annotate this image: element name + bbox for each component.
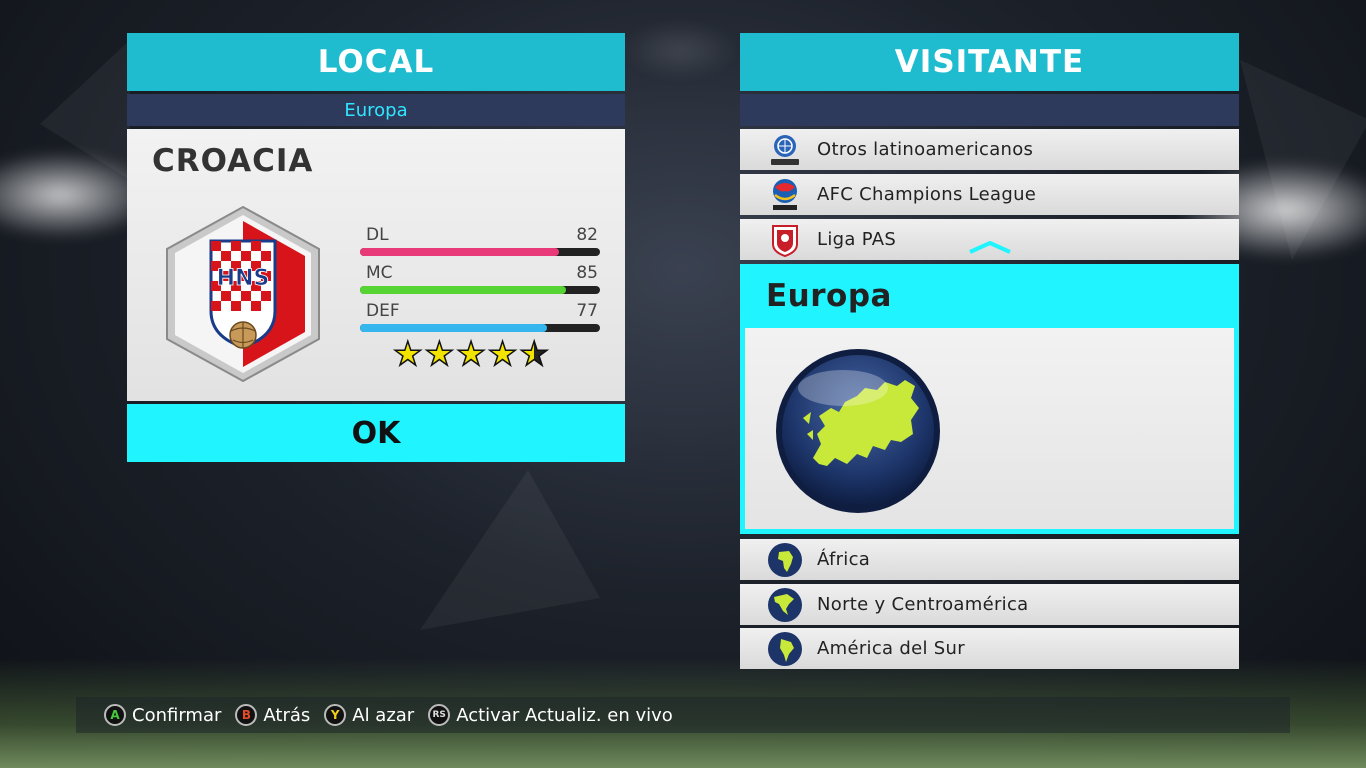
hint-confirm[interactable]: A Confirmar (104, 704, 221, 726)
region-item-label: Norte y Centroamérica (817, 594, 1029, 615)
region-item-label: Otros latinoamericanos (817, 139, 1034, 160)
team-name: CROACIA (152, 143, 314, 179)
button-hints-bar: A Confirmar B Atrás Y Al azar RS Activar… (76, 697, 1290, 733)
star-icon: ★ (487, 334, 518, 373)
region-item-africa[interactable]: África (740, 539, 1239, 580)
region-item-afc-champions-league[interactable]: AFC Champions League (740, 174, 1239, 215)
visitante-header: VISITANTE (740, 33, 1239, 91)
star-icon: ★ (392, 334, 423, 373)
local-team-card[interactable]: CROACIA HNS DL 82 MC 85 DEF 77 ★ ★ ★ ★ ★ (127, 129, 625, 401)
crest-lettering: HNS (217, 266, 270, 291)
ok-button[interactable]: OK (127, 404, 625, 462)
hint-label: Al azar (352, 704, 415, 726)
hint-label: Atrás (263, 704, 311, 726)
decor-shard (1240, 60, 1366, 260)
y-button-icon: Y (324, 704, 347, 726)
stat-def-label: DEF (366, 301, 400, 321)
north-america-globe-icon (768, 587, 802, 622)
region-item-label: América del Sur (817, 638, 965, 659)
region-item-europa-selected[interactable]: Europa (740, 264, 1239, 534)
region-item-otros-latinoamericanos[interactable]: Otros latinoamericanos (740, 129, 1239, 170)
star-icon: ★ (455, 334, 486, 373)
team-rating-stars: ★ ★ ★ ★ ★ (392, 334, 550, 373)
region-item-norte-y-centroamerica[interactable]: Norte y Centroamérica (740, 584, 1239, 625)
selected-region-preview (745, 328, 1234, 529)
stat-dl-bar (360, 248, 600, 256)
stat-dl-value: 82 (576, 225, 598, 245)
stat-mc-fill (360, 286, 567, 294)
stat-dl-fill (360, 248, 559, 256)
region-item-label: Liga PAS (817, 229, 897, 250)
rs-button-icon: RS (428, 704, 451, 726)
b-button-icon: B (235, 704, 258, 726)
stadium-glow (620, 20, 740, 80)
hint-random[interactable]: Y Al azar (324, 704, 414, 726)
star-icon: ★ (424, 334, 455, 373)
hint-label: Confirmar (132, 704, 222, 726)
visitante-region-bar (740, 94, 1239, 126)
stat-def: DEF 77 (360, 301, 600, 337)
half-star-icon: ★ (519, 334, 550, 373)
local-header: LOCAL (127, 33, 625, 91)
croatia-crest-icon: HNS (166, 205, 320, 383)
region-item-america-del-sur[interactable]: América del Sur (740, 628, 1239, 669)
a-button-icon: A (104, 704, 126, 726)
afc-champions-league-icon (773, 178, 797, 210)
stat-dl-label: DL (366, 225, 389, 245)
stat-mc: MC 85 (360, 263, 600, 299)
stat-def-fill (360, 324, 547, 332)
scroll-up-chevron-icon[interactable] (968, 240, 1012, 254)
local-region-label: Europa (344, 99, 408, 121)
europe-globe-icon (776, 349, 940, 513)
stat-def-value: 77 (576, 301, 598, 321)
hint-label: Activar Actualiz. en vivo (456, 704, 673, 726)
hint-live-update[interactable]: RS Activar Actualiz. en vivo (428, 704, 673, 726)
decor-shard (420, 470, 600, 630)
local-region-selector[interactable]: Europa (127, 94, 625, 126)
stat-mc-bar (360, 286, 600, 294)
stat-mc-label: MC (366, 263, 393, 283)
selected-region-label: Europa (766, 278, 892, 314)
liga-pas-icon (772, 224, 798, 257)
stat-dl: DL 82 (360, 225, 600, 261)
south-america-globe-icon (768, 631, 802, 666)
stat-mc-value: 85 (576, 263, 598, 283)
stat-def-bar (360, 324, 600, 332)
hint-back[interactable]: B Atrás (235, 704, 310, 726)
conmebol-icon (771, 134, 799, 165)
region-item-label: AFC Champions League (817, 184, 1037, 205)
africa-globe-icon (768, 542, 802, 577)
decor-shard (40, 40, 130, 180)
region-item-label: África (817, 549, 871, 570)
